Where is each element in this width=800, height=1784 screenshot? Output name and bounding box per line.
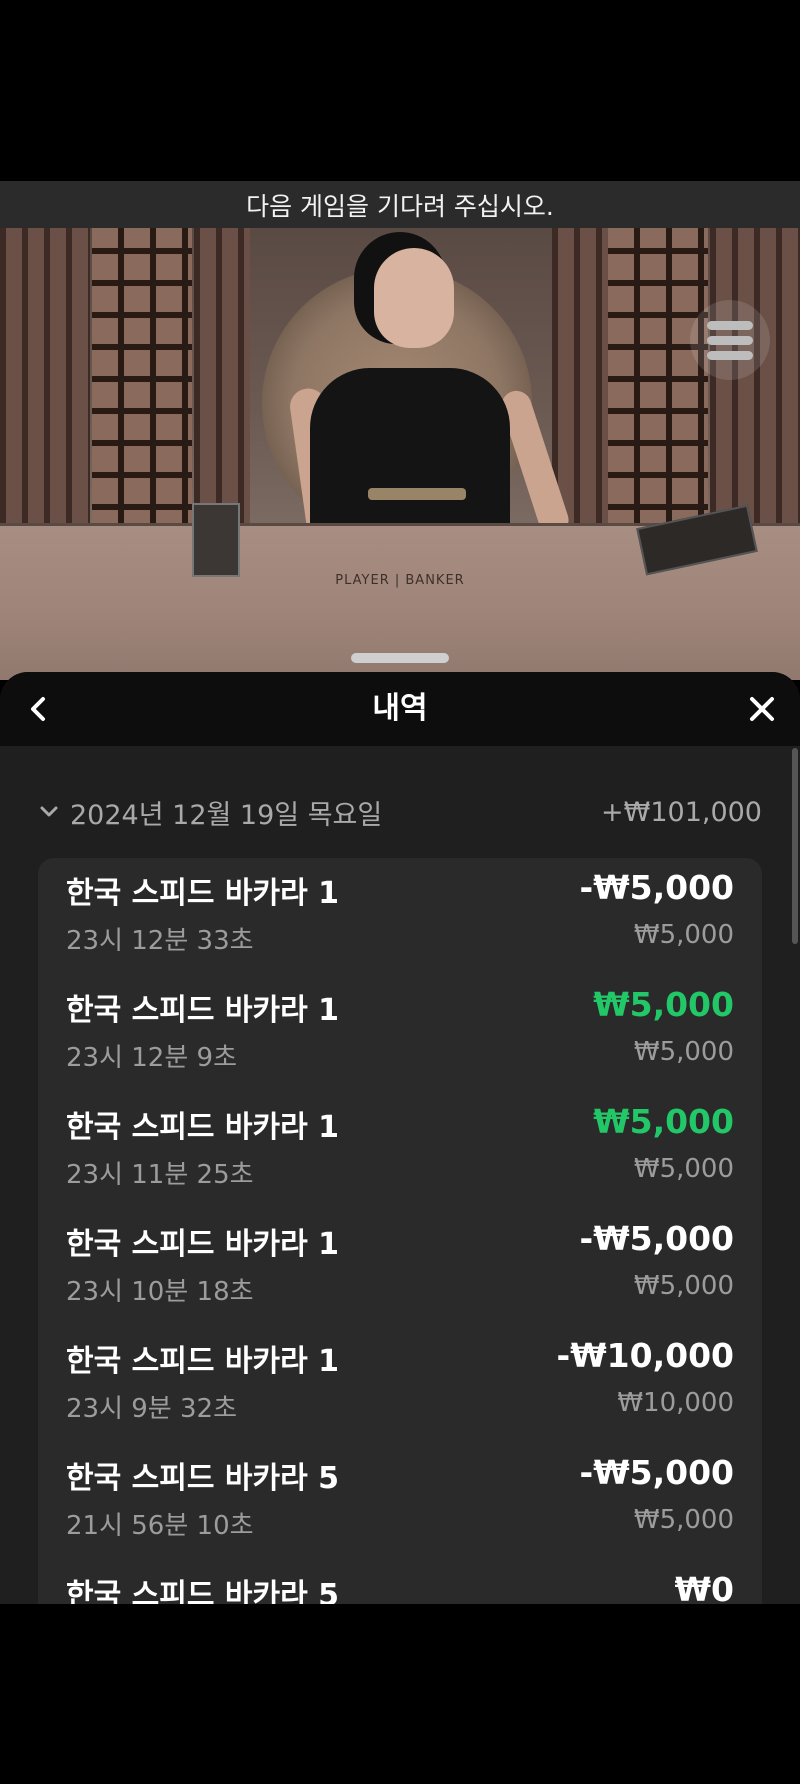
- result-amount: -₩5,000: [579, 1219, 734, 1258]
- round-time: 23시 11분 25초: [66, 1160, 254, 1190]
- wall-lattice: [92, 228, 192, 568]
- card-holder: [192, 503, 240, 577]
- result-amount: ₩5,000: [593, 1102, 734, 1141]
- history-row[interactable]: 한국 스피드 바카라 1 23시 10분 18초 -₩5,000 ₩5,000: [38, 1209, 762, 1325]
- back-button[interactable]: [18, 689, 58, 729]
- history-row[interactable]: 한국 스피드 바카라 1 23시 9분 32초 -₩10,000 ₩10,000: [38, 1326, 762, 1442]
- close-button[interactable]: [742, 689, 782, 729]
- round-time: 21시 56분 10초: [66, 1511, 254, 1541]
- chevron-down-icon: [40, 806, 58, 817]
- bet-amount: ₩5,000: [633, 1271, 734, 1301]
- history-list: 한국 스피드 바카라 1 23시 12분 33초 -₩5,000 ₩5,000 …: [38, 858, 762, 1604]
- round-time: 23시 12분 33초: [66, 926, 254, 956]
- result-amount: ₩0: [674, 1570, 734, 1604]
- dealer-belt: [368, 488, 466, 500]
- result-amount: -₩5,000: [579, 1453, 734, 1492]
- game-name: 한국 스피드 바카라 1: [66, 1227, 340, 1262]
- game-name: 한국 스피드 바카라 1: [66, 1110, 340, 1145]
- history-row[interactable]: 한국 스피드 바카라 1 23시 12분 33초 -₩5,000 ₩5,000: [38, 858, 762, 974]
- bet-amount: ₩5,000: [633, 1037, 734, 1067]
- date-label: 2024년 12월 19일 목요일: [70, 799, 383, 831]
- menu-button[interactable]: [690, 300, 770, 380]
- sheet-title: 내역: [372, 691, 428, 726]
- round-time: 23시 12분 9초: [66, 1043, 237, 1073]
- table-label: PLAYER | BANKER: [335, 573, 465, 588]
- history-row[interactable]: 한국 스피드 바카라 1 23시 12분 9초 ₩5,000 ₩5,000: [38, 975, 762, 1091]
- close-icon: [750, 697, 774, 721]
- scrollbar[interactable]: [792, 748, 798, 944]
- round-time: 23시 9분 32초: [66, 1394, 237, 1424]
- date-group-header[interactable]: 2024년 12월 19일 목요일 +₩101,000: [38, 790, 762, 834]
- live-video-feed: PLAYER | BANKER: [0, 228, 800, 680]
- wall-panel: [0, 228, 90, 568]
- game-name: 한국 스피드 바카라 5: [66, 1578, 340, 1604]
- waiting-banner: 다음 게임을 기다려 주십시오.: [0, 181, 800, 228]
- game-name: 한국 스피드 바카라 5: [66, 1461, 340, 1496]
- result-amount: ₩5,000: [593, 985, 734, 1024]
- dealer-head: [374, 248, 454, 348]
- game-name: 한국 스피드 바카라 1: [66, 1344, 340, 1379]
- history-row[interactable]: 한국 스피드 바카라 5 21시 56분 10초 -₩5,000 ₩5,000: [38, 1443, 762, 1559]
- history-row[interactable]: 한국 스피드 바카라 1 23시 11분 25초 ₩5,000 ₩5,000: [38, 1092, 762, 1208]
- date-total: +₩101,000: [601, 796, 762, 828]
- menu-icon-bar: [707, 350, 753, 360]
- history-row[interactable]: 한국 스피드 바카라 5 ₩0: [38, 1560, 762, 1604]
- bet-amount: ₩5,000: [633, 920, 734, 950]
- result-amount: -₩5,000: [579, 868, 734, 907]
- chevron-left-icon: [31, 697, 45, 721]
- result-amount: -₩10,000: [556, 1336, 734, 1375]
- bet-amount: ₩5,000: [633, 1505, 734, 1535]
- menu-icon-bar: [707, 335, 753, 345]
- game-name: 한국 스피드 바카라 1: [66, 876, 340, 911]
- game-name: 한국 스피드 바카라 1: [66, 993, 340, 1028]
- waiting-banner-text: 다음 게임을 기다려 주십시오.: [246, 191, 554, 221]
- round-time: 23시 10분 18초: [66, 1277, 254, 1307]
- menu-icon-bar: [707, 320, 753, 330]
- bet-amount: ₩10,000: [617, 1388, 734, 1418]
- bet-amount: ₩5,000: [633, 1154, 734, 1184]
- sheet-drag-handle[interactable]: [351, 653, 449, 663]
- dealer-body: [310, 368, 510, 538]
- history-sheet: 내역 2024년 12월 19일 목요일 +₩101,000 한국 스피드 바카…: [0, 672, 800, 1604]
